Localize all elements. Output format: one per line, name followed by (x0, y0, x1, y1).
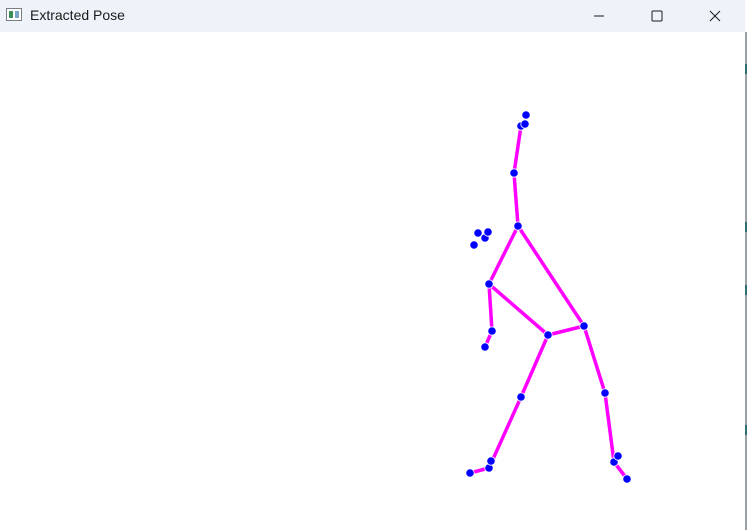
skeleton-bone (512, 124, 523, 175)
skeleton-joint (543, 330, 553, 340)
skeleton-bone (582, 324, 607, 395)
maximize-button[interactable] (628, 0, 686, 32)
maximize-icon (651, 10, 663, 22)
skeleton-bone (487, 395, 523, 470)
skeleton-bone (487, 282, 550, 337)
skeleton-joint (579, 321, 589, 331)
skeleton-joint (465, 468, 475, 478)
close-icon (709, 10, 721, 22)
window-title: Extracted Pose (30, 7, 125, 23)
skeleton-joint (520, 119, 530, 129)
skeleton-joint (513, 221, 523, 231)
skeleton-bone (519, 333, 550, 399)
pose-image-canvas (0, 32, 745, 530)
skeleton-joint (469, 240, 479, 250)
skeleton-joint (521, 110, 531, 120)
skeleton-bone (546, 324, 586, 337)
title-bar[interactable]: Extracted Pose (0, 0, 745, 32)
pose-viewer-window: Extracted Pose (0, 0, 747, 530)
skeleton-joint (486, 456, 496, 466)
skeleton-bone (487, 224, 520, 286)
skeleton-bone (603, 391, 616, 464)
skeleton-bone (516, 224, 586, 328)
minimize-button[interactable] (570, 0, 628, 32)
skeleton-joint (487, 326, 497, 336)
skeleton-joint (600, 388, 610, 398)
pose-skeleton (465, 110, 632, 484)
skeleton-bone (512, 171, 520, 228)
minimize-icon (594, 15, 604, 17)
skeleton-bones (468, 124, 629, 481)
skeleton-joint (483, 227, 493, 237)
skeleton-joint (622, 474, 632, 484)
opencv-window-icon (6, 8, 22, 21)
skeleton-bone (487, 282, 494, 333)
skeleton-joint (480, 342, 490, 352)
skeleton-joint (484, 279, 494, 289)
skeleton-joint (613, 451, 623, 461)
skeleton-joint (516, 392, 526, 402)
close-button[interactable] (686, 0, 744, 32)
skeleton-joint (509, 168, 519, 178)
